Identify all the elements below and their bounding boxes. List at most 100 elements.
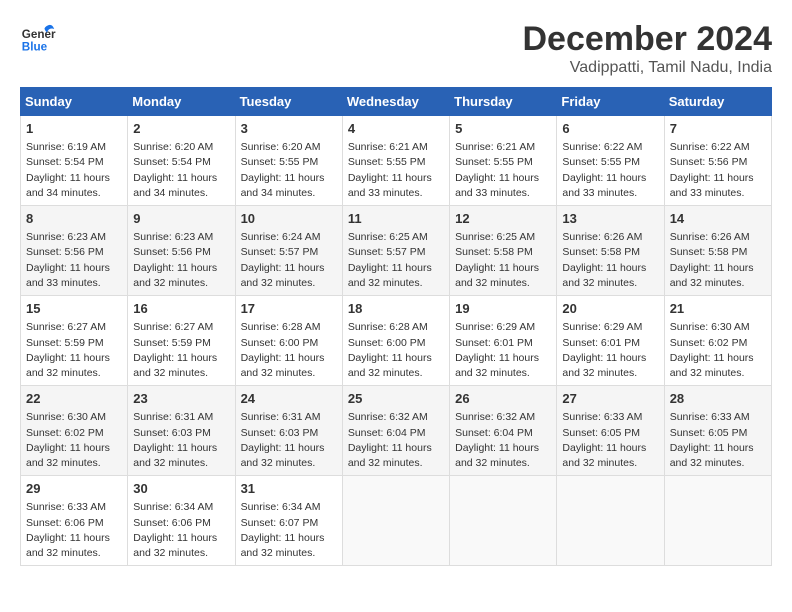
calendar-week-row: 1 Sunrise: 6:19 AMSunset: 5:54 PMDaylight… bbox=[21, 116, 772, 206]
cell-content: Sunrise: 6:29 AMSunset: 6:01 PMDaylight:… bbox=[455, 320, 551, 381]
day-number: 23 bbox=[133, 390, 229, 408]
day-number: 8 bbox=[26, 210, 122, 228]
day-number: 14 bbox=[670, 210, 766, 228]
day-number: 27 bbox=[562, 390, 658, 408]
cell-content: Sunrise: 6:31 AMSunset: 6:03 PMDaylight:… bbox=[133, 410, 229, 471]
cell-content: Sunrise: 6:29 AMSunset: 6:01 PMDaylight:… bbox=[562, 320, 658, 381]
table-row: 16 Sunrise: 6:27 AMSunset: 5:59 PMDayligh… bbox=[128, 296, 235, 386]
table-row: 27 Sunrise: 6:33 AMSunset: 6:05 PMDayligh… bbox=[557, 386, 664, 476]
table-row: 29Sunrise: 6:33 AMSunset: 6:06 PMDayligh… bbox=[21, 476, 128, 566]
cell-content: Sunrise: 6:19 AMSunset: 5:54 PMDaylight:… bbox=[26, 140, 122, 201]
table-row: 20Sunrise: 6:29 AMSunset: 6:01 PMDayligh… bbox=[557, 296, 664, 386]
table-row bbox=[450, 476, 557, 566]
location: Vadippatti, Tamil Nadu, India bbox=[522, 59, 772, 77]
month-title: December 2024 bbox=[522, 20, 772, 59]
calendar-week-row: 15 Sunrise: 6:27 AMSunset: 5:59 PMDayligh… bbox=[21, 296, 772, 386]
logo: General Blue bbox=[20, 20, 56, 56]
calendar-week-row: 8 Sunrise: 6:23 AMSunset: 5:56 PMDaylight… bbox=[21, 206, 772, 296]
day-number: 19 bbox=[455, 300, 551, 318]
title-block: December 2024 Vadippatti, Tamil Nadu, In… bbox=[522, 20, 772, 77]
day-number: 22 bbox=[26, 390, 122, 408]
table-row: 8Sunrise: 6:23 AMSunset: 5:56 PMDaylight… bbox=[21, 206, 128, 296]
table-row: 31Sunrise: 6:34 AMSunset: 6:07 PMDayligh… bbox=[235, 476, 342, 566]
table-row: 21 Sunrise: 6:30 AMSunset: 6:02 PMDayligh… bbox=[664, 296, 771, 386]
table-row: 9 Sunrise: 6:23 AMSunset: 5:56 PMDaylight… bbox=[128, 206, 235, 296]
calendar-week-row: 22 Sunrise: 6:30 AMSunset: 6:02 PMDayligh… bbox=[21, 386, 772, 476]
day-number: 26 bbox=[455, 390, 551, 408]
day-number: 28 bbox=[670, 390, 766, 408]
cell-content: Sunrise: 6:28 AMSunset: 6:00 PMDaylight:… bbox=[348, 320, 444, 381]
page-header: General Blue December 2024 Vadippatti, T… bbox=[20, 20, 772, 77]
day-number: 15 bbox=[26, 300, 122, 318]
table-row: 6 Sunrise: 6:22 AMSunset: 5:55 PMDaylight… bbox=[557, 116, 664, 206]
cell-content: Sunrise: 6:25 AMSunset: 5:58 PMDaylight:… bbox=[455, 230, 551, 291]
cell-content: Sunrise: 6:31 AMSunset: 6:03 PMDaylight:… bbox=[241, 410, 337, 471]
table-row: 5Sunrise: 6:21 AMSunset: 5:55 PMDaylight… bbox=[450, 116, 557, 206]
cell-content: Sunrise: 6:33 AMSunset: 6:06 PMDaylight:… bbox=[26, 500, 122, 561]
col-wednesday: Wednesday bbox=[342, 88, 449, 116]
col-friday: Friday bbox=[557, 88, 664, 116]
table-row: 12 Sunrise: 6:25 AMSunset: 5:58 PMDayligh… bbox=[450, 206, 557, 296]
day-number: 7 bbox=[670, 120, 766, 138]
cell-content: Sunrise: 6:24 AMSunset: 5:57 PMDaylight:… bbox=[241, 230, 337, 291]
cell-content: Sunrise: 6:22 AMSunset: 5:55 PMDaylight:… bbox=[562, 140, 658, 201]
cell-content: Sunrise: 6:30 AMSunset: 6:02 PMDaylight:… bbox=[26, 410, 122, 471]
day-number: 25 bbox=[348, 390, 444, 408]
cell-content: Sunrise: 6:32 AMSunset: 6:04 PMDaylight:… bbox=[455, 410, 551, 471]
calendar-header-row: Sunday Monday Tuesday Wednesday Thursday… bbox=[21, 88, 772, 116]
logo-icon: General Blue bbox=[20, 20, 56, 56]
cell-content: Sunrise: 6:20 AMSunset: 5:54 PMDaylight:… bbox=[133, 140, 229, 201]
day-number: 16 bbox=[133, 300, 229, 318]
cell-content: Sunrise: 6:27 AMSunset: 5:59 PMDaylight:… bbox=[133, 320, 229, 381]
col-saturday: Saturday bbox=[664, 88, 771, 116]
table-row: 7Sunrise: 6:22 AMSunset: 5:56 PMDaylight… bbox=[664, 116, 771, 206]
table-row: 17Sunrise: 6:28 AMSunset: 6:00 PMDayligh… bbox=[235, 296, 342, 386]
table-row: 19 Sunrise: 6:29 AMSunset: 6:01 PMDayligh… bbox=[450, 296, 557, 386]
table-row: 23 Sunrise: 6:31 AMSunset: 6:03 PMDayligh… bbox=[128, 386, 235, 476]
table-row: 11 Sunrise: 6:25 AMSunset: 5:57 PMDayligh… bbox=[342, 206, 449, 296]
table-row: 30Sunrise: 6:34 AMSunset: 6:06 PMDayligh… bbox=[128, 476, 235, 566]
cell-content: Sunrise: 6:21 AMSunset: 5:55 PMDaylight:… bbox=[455, 140, 551, 201]
day-number: 18 bbox=[348, 300, 444, 318]
cell-content: Sunrise: 6:23 AMSunset: 5:56 PMDaylight:… bbox=[133, 230, 229, 291]
cell-content: Sunrise: 6:30 AMSunset: 6:02 PMDaylight:… bbox=[670, 320, 766, 381]
cell-content: Sunrise: 6:26 AMSunset: 5:58 PMDaylight:… bbox=[562, 230, 658, 291]
table-row: 10 Sunrise: 6:24 AMSunset: 5:57 PMDayligh… bbox=[235, 206, 342, 296]
day-number: 6 bbox=[562, 120, 658, 138]
day-number: 2 bbox=[133, 120, 229, 138]
svg-text:General: General bbox=[22, 28, 56, 41]
table-row: 24 Sunrise: 6:31 AMSunset: 6:03 PMDayligh… bbox=[235, 386, 342, 476]
table-row: 14 Sunrise: 6:26 AMSunset: 5:58 PMDayligh… bbox=[664, 206, 771, 296]
cell-content: Sunrise: 6:34 AMSunset: 6:07 PMDaylight:… bbox=[241, 500, 337, 561]
day-number: 1 bbox=[26, 120, 122, 138]
table-row: 15 Sunrise: 6:27 AMSunset: 5:59 PMDayligh… bbox=[21, 296, 128, 386]
table-row: 3Sunrise: 6:20 AMSunset: 5:55 PMDaylight… bbox=[235, 116, 342, 206]
cell-content: Sunrise: 6:34 AMSunset: 6:06 PMDaylight:… bbox=[133, 500, 229, 561]
table-row: 13 Sunrise: 6:26 AMSunset: 5:58 PMDayligh… bbox=[557, 206, 664, 296]
day-number: 10 bbox=[241, 210, 337, 228]
table-row: 18 Sunrise: 6:28 AMSunset: 6:00 PMDayligh… bbox=[342, 296, 449, 386]
table-row: 26 Sunrise: 6:32 AMSunset: 6:04 PMDayligh… bbox=[450, 386, 557, 476]
table-row: 28Sunrise: 6:33 AMSunset: 6:05 PMDayligh… bbox=[664, 386, 771, 476]
col-monday: Monday bbox=[128, 88, 235, 116]
day-number: 24 bbox=[241, 390, 337, 408]
day-number: 13 bbox=[562, 210, 658, 228]
table-row: 25Sunrise: 6:32 AMSunset: 6:04 PMDayligh… bbox=[342, 386, 449, 476]
table-row: 2 Sunrise: 6:20 AMSunset: 5:54 PMDaylight… bbox=[128, 116, 235, 206]
table-row: 4Sunrise: 6:21 AMSunset: 5:55 PMDaylight… bbox=[342, 116, 449, 206]
cell-content: Sunrise: 6:21 AMSunset: 5:55 PMDaylight:… bbox=[348, 140, 444, 201]
cell-content: Sunrise: 6:33 AMSunset: 6:05 PMDaylight:… bbox=[562, 410, 658, 471]
cell-content: Sunrise: 6:25 AMSunset: 5:57 PMDaylight:… bbox=[348, 230, 444, 291]
day-number: 21 bbox=[670, 300, 766, 318]
day-number: 9 bbox=[133, 210, 229, 228]
table-row bbox=[664, 476, 771, 566]
table-row: 22 Sunrise: 6:30 AMSunset: 6:02 PMDayligh… bbox=[21, 386, 128, 476]
cell-content: Sunrise: 6:26 AMSunset: 5:58 PMDaylight:… bbox=[670, 230, 766, 291]
day-number: 12 bbox=[455, 210, 551, 228]
table-row bbox=[342, 476, 449, 566]
svg-text:Blue: Blue bbox=[22, 41, 48, 54]
day-number: 11 bbox=[348, 210, 444, 228]
col-sunday: Sunday bbox=[21, 88, 128, 116]
cell-content: Sunrise: 6:27 AMSunset: 5:59 PMDaylight:… bbox=[26, 320, 122, 381]
col-tuesday: Tuesday bbox=[235, 88, 342, 116]
